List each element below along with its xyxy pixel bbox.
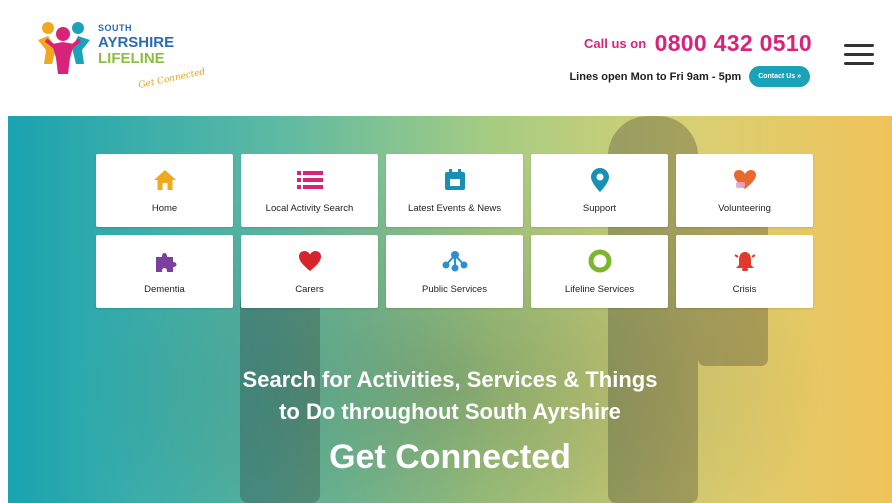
phone-number-link[interactable]: 0800 432 0510: [655, 30, 812, 56]
tile-label: Local Activity Search: [265, 203, 354, 214]
tile-carers[interactable]: Carers: [241, 235, 378, 308]
network-icon: [442, 248, 468, 274]
hero-banner: Home Local Activity Search Latest Events…: [8, 116, 892, 503]
tile-label: Public Services: [422, 284, 487, 295]
hero-subtitle-line-1: Search for Activities, Services & Things: [242, 367, 658, 392]
tile-label: Support: [582, 203, 617, 214]
tile-label: Carers: [295, 284, 324, 295]
tile-label: Crisis: [732, 284, 757, 295]
people-logo-icon: [38, 22, 90, 74]
alarm-bell-icon: [732, 248, 758, 274]
tile-latest-events-news[interactable]: Latest Events & News: [386, 154, 523, 227]
logo-tagline: Get Connected: [137, 67, 207, 91]
site-header: SOUTH AYRSHIRE LIFELINE Get Connected Ca…: [0, 0, 892, 116]
hero-subtitle-line-2: to Do throughout South Ayrshire: [279, 399, 621, 424]
tile-volunteering[interactable]: Volunteering: [676, 154, 813, 227]
lifebuoy-icon: [587, 248, 613, 274]
tile-public-services[interactable]: Public Services: [386, 235, 523, 308]
tile-crisis[interactable]: Crisis: [676, 235, 813, 308]
call-label: Call us on: [584, 36, 647, 51]
calendar-icon: [442, 167, 468, 193]
tile-home[interactable]: Home: [96, 154, 233, 227]
menu-bar: [844, 53, 874, 56]
contact-us-button[interactable]: Contact Us »: [749, 66, 810, 87]
tile-label: Latest Events & News: [408, 203, 501, 214]
tile-support[interactable]: Support: [531, 154, 668, 227]
tile-lifeline-services[interactable]: Lifeline Services: [531, 235, 668, 308]
logo-line-2: AYRSHIRE: [98, 34, 175, 51]
map-pin-icon: [587, 167, 613, 193]
menu-bar: [844, 62, 874, 65]
nav-tiles: Home Local Activity Search Latest Events…: [96, 154, 816, 308]
list-icon: [296, 167, 323, 193]
tile-label: Lifeline Services: [564, 284, 635, 295]
tile-label: Volunteering: [718, 203, 771, 214]
tile-label: Dementia: [144, 284, 185, 295]
opening-hours: Lines open Mon to Fri 9am - 5pm Contact …: [569, 66, 810, 87]
tile-label: Home: [151, 203, 178, 214]
hero-text: Search for Activities, Services & Things…: [8, 364, 892, 477]
tile-dementia[interactable]: Dementia: [96, 235, 233, 308]
logo-line-3: LIFELINE: [98, 50, 165, 67]
home-icon: [152, 167, 178, 193]
logo-wordmark: SOUTH AYRSHIRE LIFELINE: [98, 23, 175, 67]
menu-bar: [844, 44, 874, 47]
logo[interactable]: SOUTH AYRSHIRE LIFELINE Get Connected: [34, 16, 224, 96]
hero-title: Get Connected: [329, 438, 571, 476]
hamburger-menu-icon[interactable]: [844, 44, 876, 68]
tile-local-activity-search[interactable]: Local Activity Search: [241, 154, 378, 227]
call-us: Call us on 0800 432 0510: [584, 30, 812, 57]
logo-line-1: SOUTH: [98, 23, 132, 33]
heart-hand-icon: [732, 167, 758, 193]
hours-text: Lines open Mon to Fri 9am - 5pm: [569, 70, 742, 83]
puzzle-icon: [152, 248, 178, 274]
heart-icon: [297, 248, 323, 274]
